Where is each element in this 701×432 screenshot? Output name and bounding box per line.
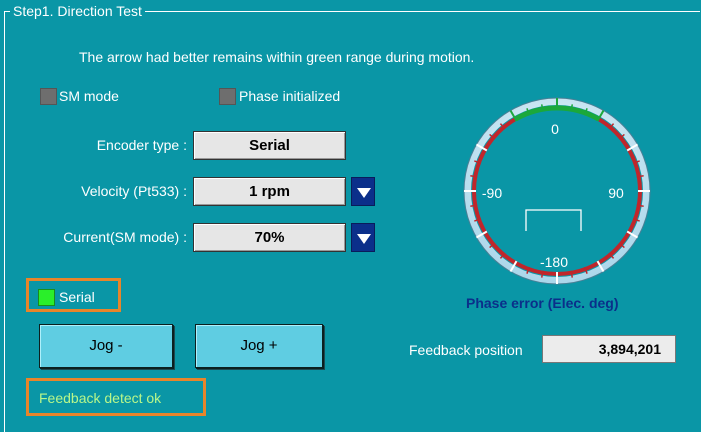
velocity-label: Velocity (Pt533) :	[81, 183, 187, 199]
velocity-dropdown-arrow-icon[interactable]	[351, 177, 375, 206]
status-text: Feedback detect ok	[39, 390, 162, 406]
phase-error-gauge: 0 -90 90 -180	[463, 97, 651, 285]
phase-error-caption: Phase error (Elec. deg)	[466, 295, 619, 311]
feedback-position-value: 3,894,201	[542, 335, 676, 363]
gauge-label-right: 90	[608, 185, 624, 201]
current-select[interactable]: 70%	[193, 223, 346, 252]
phase-initialized-checkbox[interactable]	[219, 88, 236, 105]
phase-initialized-label: Phase initialized	[239, 88, 341, 104]
current-label: Current(SM mode) :	[63, 229, 187, 245]
serial-indicator-led	[38, 289, 55, 306]
jog-minus-button[interactable]: Jog -	[39, 324, 173, 368]
group-title: Step1. Direction Test	[10, 3, 145, 19]
instruction-text: The arrow had better remains within gree…	[79, 49, 475, 65]
sm-mode-checkbox[interactable]	[40, 88, 57, 105]
velocity-select[interactable]: 1 rpm	[193, 177, 346, 206]
encoder-type-label: Encoder type :	[96, 137, 187, 153]
jog-plus-button[interactable]: Jog +	[195, 324, 323, 368]
gauge-label-bottom: -180	[540, 254, 568, 270]
feedback-position-label: Feedback position	[409, 342, 523, 358]
gauge-label-top: 0	[551, 121, 559, 137]
serial-indicator-label: Serial	[59, 289, 95, 305]
current-dropdown-arrow-icon[interactable]	[351, 223, 375, 252]
gauge-label-left: -90	[482, 185, 502, 201]
encoder-type-value: Serial	[193, 131, 346, 160]
sm-mode-label: SM mode	[59, 88, 119, 104]
